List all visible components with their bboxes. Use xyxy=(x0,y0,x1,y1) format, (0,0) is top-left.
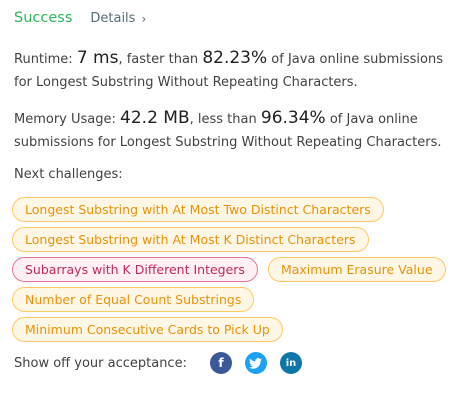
chip-row: Longest Substring with At Most Two Disti… xyxy=(12,197,462,222)
runtime-value: 7 ms xyxy=(76,48,119,68)
twitter-icon[interactable] xyxy=(244,352,267,374)
challenge-chip-subarrays-k-different[interactable]: Subarrays with K Different Integers xyxy=(12,257,258,282)
memory-percent: 96.34% xyxy=(260,108,326,128)
next-challenges-list: Longest Substring with At Most Two Disti… xyxy=(12,197,462,347)
memory-value: 42.2 MB xyxy=(120,108,190,128)
memory-stat: Memory Usage: 42.2 MB, less than 96.34% … xyxy=(14,107,464,154)
runtime-stat: Runtime: 7 ms, faster than 82.23% of Jav… xyxy=(14,47,464,94)
chip-row: Longest Substring with At Most K Distinc… xyxy=(12,227,462,252)
details-link[interactable]: Details › xyxy=(90,11,146,26)
linkedin-icon[interactable]: in xyxy=(279,352,302,374)
details-label: Details xyxy=(90,11,136,26)
facebook-icon[interactable]: f xyxy=(209,352,232,374)
chevron-right-icon: › xyxy=(141,11,147,26)
result-header: Success Details › xyxy=(14,10,146,34)
next-challenges-title: Next challenges: xyxy=(14,167,123,182)
challenge-chip-maximum-erasure[interactable]: Maximum Erasure Value xyxy=(267,257,446,282)
challenge-chip-equal-count[interactable]: Number of Equal Count Substrings xyxy=(12,287,255,312)
social-buttons: f in xyxy=(209,352,302,374)
memory-label: Memory Usage: xyxy=(14,112,116,127)
share-section: Show off your acceptance: f in xyxy=(14,352,302,374)
challenge-chip-consecutive-cards[interactable]: Minimum Consecutive Cards to Pick Up xyxy=(12,317,283,342)
runtime-label: Runtime: xyxy=(14,52,73,67)
challenge-chip-k-distinct[interactable]: Longest Substring with At Most K Distinc… xyxy=(12,227,369,252)
runtime-mid-text: , faster than xyxy=(118,52,199,67)
memory-mid-text: , less than xyxy=(189,112,257,127)
challenge-chip-two-distinct[interactable]: Longest Substring with At Most Two Disti… xyxy=(12,197,384,222)
runtime-percent: 82.23% xyxy=(202,48,268,68)
share-label: Show off your acceptance: xyxy=(14,355,187,371)
chip-row: Number of Equal Count Substrings xyxy=(12,287,462,312)
status-label: Success xyxy=(14,10,73,26)
chip-row: Subarrays with K Different Integers Maxi… xyxy=(12,257,462,282)
chip-row: Minimum Consecutive Cards to Pick Up xyxy=(12,317,462,342)
twitter-bird-glyph xyxy=(249,357,263,369)
